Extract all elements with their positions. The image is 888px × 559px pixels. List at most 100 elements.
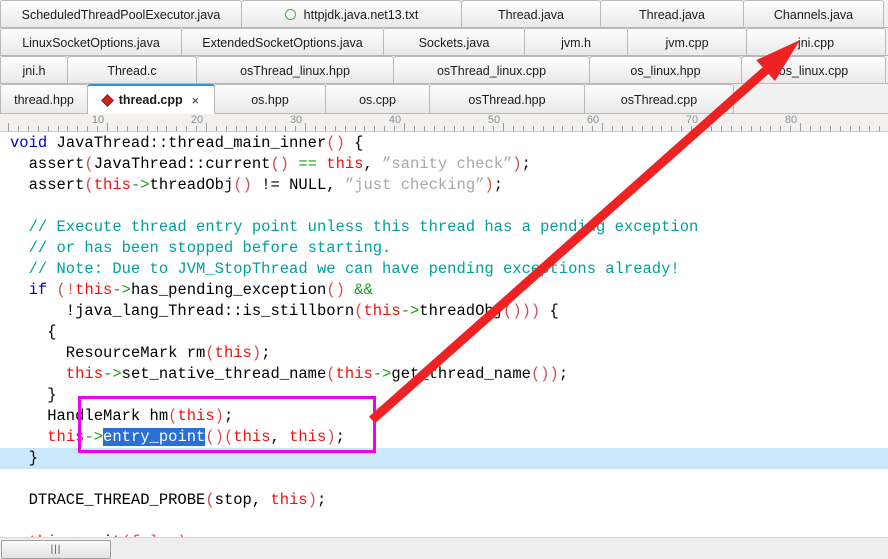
ruler-tick <box>612 126 613 131</box>
tab-thread-java[interactable]: Thread.java <box>600 0 744 28</box>
code-token: { <box>540 302 559 320</box>
code-line[interactable] <box>0 469 888 490</box>
code-token: get_thread_name <box>391 365 531 383</box>
code-line[interactable] <box>0 511 888 532</box>
code-token: // Execute thread entry point unless thi… <box>10 218 699 236</box>
close-icon[interactable]: × <box>192 94 200 107</box>
code-line[interactable]: } <box>0 385 888 406</box>
code-line[interactable]: // Execute thread entry point unless thi… <box>0 217 888 238</box>
ruler-tick <box>176 126 177 131</box>
code-token: ! <box>65 281 76 299</box>
source-code[interactable]: void JavaThread::thread_main_inner() { a… <box>0 133 888 537</box>
tab-thread-cpp[interactable]: thread.cpp × <box>87 84 215 114</box>
tab-channels-java[interactable]: Channels.java <box>743 0 884 28</box>
tab-label: Channels.java <box>773 7 854 22</box>
code-token: ( <box>205 344 215 362</box>
ruler-tick <box>38 126 39 131</box>
ruler-tick <box>107 123 108 131</box>
code-line[interactable]: this->entry_point()(this, this); <box>0 427 888 448</box>
tab-jni-cpp[interactable]: jni.cpp <box>746 28 886 56</box>
ruler-tick <box>592 126 593 131</box>
code-token: void <box>10 134 48 152</box>
ruler-tick <box>58 126 59 131</box>
code-line[interactable]: !java_lang_Thread::is_stillborn(this->th… <box>0 301 888 322</box>
tab-httpjdk-java-net13-txt[interactable]: httpjdk.java.net13.txt <box>241 0 462 28</box>
code-line[interactable]: if (!this->has_pending_exception() && <box>0 280 888 301</box>
code-line[interactable] <box>0 196 888 217</box>
code-token: this <box>47 428 85 446</box>
ruler-label: 10 <box>91 114 105 126</box>
tab-jni-h[interactable]: jni.h <box>0 56 68 84</box>
ruler-tick <box>414 126 415 131</box>
ruler-tick <box>265 126 266 131</box>
ruler-tick <box>226 126 227 131</box>
code-line[interactable]: assert(this->threadObj() != NULL, ”just … <box>0 175 888 196</box>
tab-os-linux-cpp[interactable]: os_linux.cpp <box>741 56 886 84</box>
code-line[interactable]: this->set_native_thread_name(this->get_t… <box>0 364 888 385</box>
code-token: ) <box>307 491 317 509</box>
scrollbar-track[interactable] <box>110 538 888 559</box>
ruler-tick <box>513 126 514 131</box>
code-token: set_native_thread_name <box>121 365 327 383</box>
ruler-tick <box>364 126 365 131</box>
code-token: this <box>289 428 327 446</box>
ruler-tick <box>424 126 425 131</box>
ruler-tick <box>196 126 197 131</box>
code-token: -> <box>130 176 150 194</box>
code-token: ( <box>205 491 215 509</box>
tab-thread-java[interactable]: Thread.java <box>461 0 601 28</box>
ruler-tick <box>830 126 831 131</box>
tab-osthread-linux-cpp[interactable]: osThread_linux.cpp <box>393 56 590 84</box>
selected-token: entry_point <box>103 428 206 446</box>
code-line[interactable]: } <box>0 448 888 469</box>
tab-label: thread.cpp <box>118 93 183 107</box>
code-token: this <box>65 365 104 383</box>
code-token: if <box>10 281 48 299</box>
tab-extendedsocketoptions-java[interactable]: ExtendedSocketOptions.java <box>181 28 384 56</box>
code-token: ; <box>558 365 569 383</box>
code-token: ; <box>261 344 271 362</box>
ruler-tick <box>256 126 257 131</box>
tab-osthread-hpp[interactable]: osThread.hpp <box>429 84 585 114</box>
ruler-tick <box>840 126 841 131</box>
tab-linuxsocketoptions-java[interactable]: LinuxSocketOptions.java <box>0 28 182 56</box>
code-line[interactable]: DTRACE_THREAD_PROBE(stop, this); <box>0 490 888 511</box>
tab-os-hpp[interactable]: os.hpp <box>214 84 326 114</box>
tab-jvm-cpp[interactable]: jvm.cpp <box>627 28 747 56</box>
tab-thread-hpp[interactable]: thread.hpp <box>0 84 88 114</box>
tab-thread-c[interactable]: Thread.c <box>67 56 197 84</box>
tab-label: LinuxSocketOptions.java <box>22 35 160 50</box>
ruler-tick <box>28 126 29 131</box>
tab-os-cpp[interactable]: os.cpp <box>325 84 430 114</box>
code-line[interactable]: // or has been stopped before starting. <box>0 238 888 259</box>
code-token: threadObj <box>149 176 234 194</box>
diamond-red-icon <box>100 93 114 107</box>
tab-bar: ScheduledThreadPoolExecutor.java httpjdk.… <box>0 0 888 114</box>
tab-label: jvm.cpp <box>665 35 709 50</box>
tab-row-2: jni.h Thread.c osThread_linux.hpp osThread_… <box>0 56 888 84</box>
tab-osthread-cpp[interactable]: osThread.cpp <box>584 84 734 114</box>
code-line[interactable]: void JavaThread::thread_main_inner() { <box>0 133 888 154</box>
code-line[interactable]: { <box>0 322 888 343</box>
tab-sockets-java[interactable]: Sockets.java <box>383 28 525 56</box>
scrollbar-thumb[interactable]: ||| <box>1 540 111 559</box>
tab-osthread-linux-hpp[interactable]: osThread_linux.hpp <box>196 56 394 84</box>
code-token: this <box>93 176 131 194</box>
code-token: this <box>363 302 401 320</box>
ruler-tick <box>8 123 9 131</box>
code-token: && <box>354 281 373 299</box>
code-line[interactable]: // Note: Due to JVM_StopThread we can ha… <box>0 259 888 280</box>
code-line[interactable]: HandleMark hm(this); <box>0 406 888 427</box>
code-token: stop, <box>214 491 271 509</box>
tab-jvm-h[interactable]: jvm.h <box>524 28 628 56</box>
code-token: ()) <box>530 365 559 383</box>
tab-os-linux-hpp[interactable]: os_linux.hpp <box>589 56 742 84</box>
code-line[interactable]: ResourceMark rm(this); <box>0 343 888 364</box>
code-token: assert <box>10 155 85 173</box>
tab-scheduledthreadpoolexecutor-java[interactable]: ScheduledThreadPoolExecutor.java <box>0 0 242 28</box>
code-line[interactable]: assert(JavaThread::current() == this, ”s… <box>0 154 888 175</box>
ruler-tick <box>374 126 375 131</box>
code-editor-area[interactable]: void JavaThread::thread_main_inner() { a… <box>0 133 888 537</box>
code-token: this <box>177 407 215 425</box>
horizontal-scrollbar[interactable]: ||| <box>0 537 888 559</box>
